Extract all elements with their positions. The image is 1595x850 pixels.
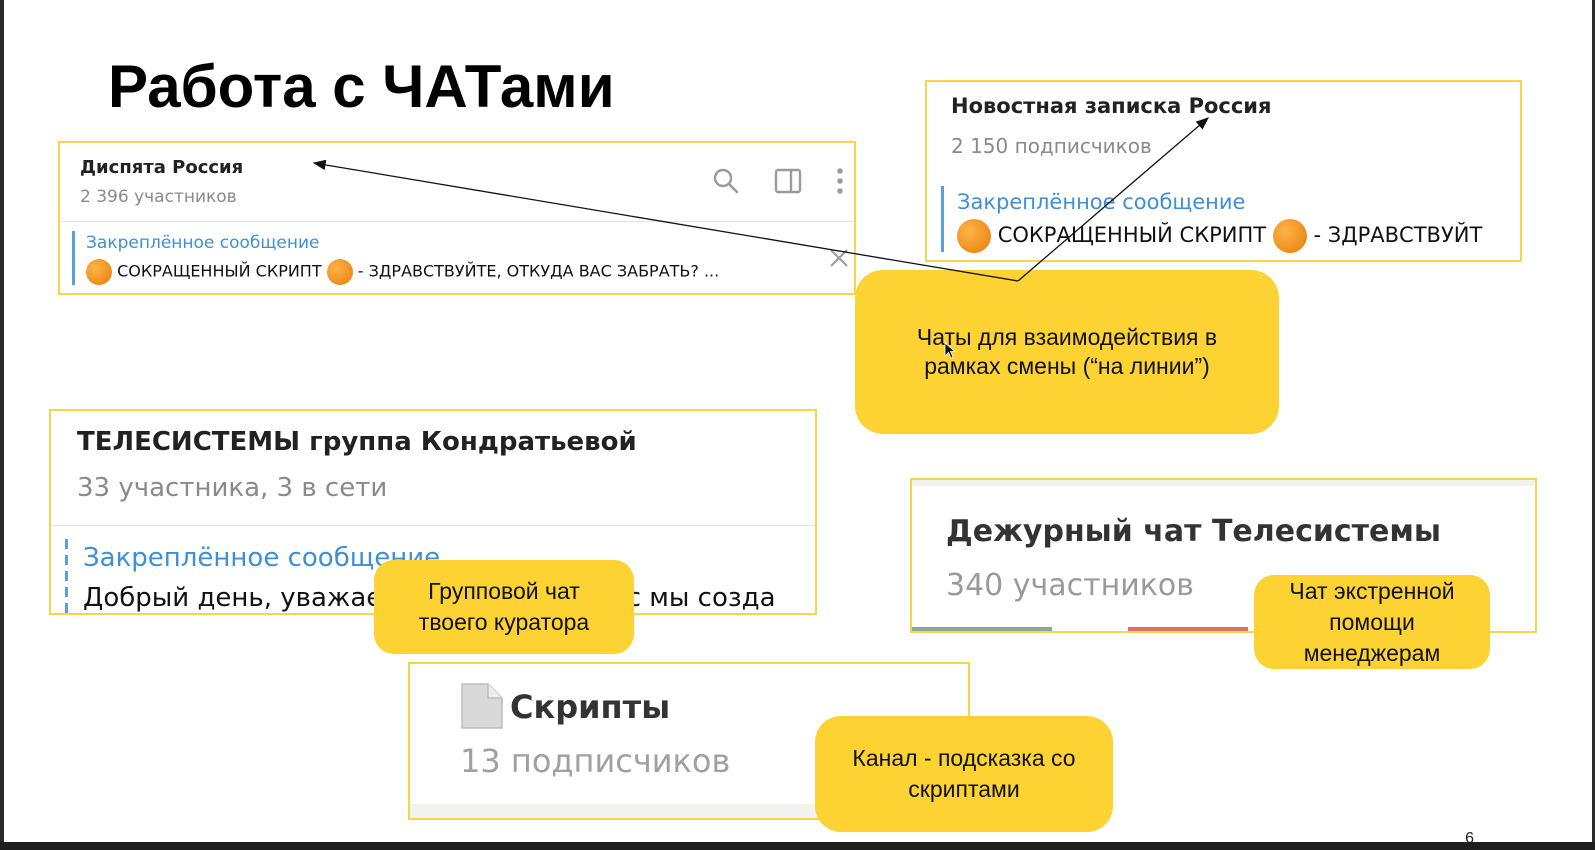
orange-circle-icon	[957, 219, 991, 253]
pinned-text-part: - ЗДРАВСТВУЙТ	[1313, 223, 1483, 247]
chat-subtitle: 33 участника, 3 в сети	[77, 473, 388, 503]
callout-curator-chat: Групповой чат твоего куратора	[374, 560, 634, 654]
chat-title: Дежурный чат Телесистемы	[946, 514, 1442, 549]
slide-title: Работа с ЧАТами	[108, 53, 615, 120]
pinned-message-label: Закреплённое сообщение	[957, 190, 1246, 214]
orange-circle-icon	[86, 259, 112, 285]
chat-subtitle: 2 150 подписчиков	[951, 134, 1152, 158]
callout-scripts-channel: Канал - подсказка со скриптами	[815, 716, 1113, 832]
pinned-text-part: СОКРАЩЕННЫЙ СКРИПТ	[117, 261, 322, 281]
pinned-accent-bar	[941, 186, 944, 252]
page-number: 6	[1465, 830, 1474, 842]
callout-line: Чаты для взаимодействия в	[916, 324, 1218, 350]
bottom-strip	[912, 627, 1052, 631]
chat-title: Новостная записка Россия	[951, 94, 1272, 118]
search-icon[interactable]	[712, 167, 740, 195]
orange-circle-icon	[326, 259, 353, 285]
callout-line: менеджерам	[1303, 639, 1441, 666]
callout-shift-chats: Чаты для взаимодействия в рамках смены (…	[855, 270, 1279, 434]
mouse-cursor-icon	[944, 342, 957, 359]
callout-line: рамках смены (“на линии”)	[924, 353, 1210, 379]
orange-circle-icon	[1272, 219, 1307, 253]
channel-title: Скрипты	[510, 688, 671, 726]
callout-line: скриптами	[908, 776, 1020, 802]
callout-line: твоего куратора	[418, 609, 590, 635]
bottom-bar	[0, 842, 1595, 850]
more-vertical-icon[interactable]	[834, 166, 846, 196]
callout-line: Чат экстренной	[1289, 577, 1455, 604]
callout-emergency-chat: Чат экстренной помощи менеджерам	[1254, 575, 1490, 669]
pinned-message-text: СОКРАЩЕННЫЙ СКРИПТ - ЗДРАВСТВУЙТ	[957, 219, 1482, 253]
pinned-text-part: - ЗДРАВСТВУЙТЕ, ОТКУДА ВАС ЗАБРАТЬ? ...	[357, 261, 720, 281]
callout-line: Канал - подсказка со	[852, 745, 1076, 771]
pinned-accent-bar	[72, 231, 75, 285]
chat-header-news[interactable]: Новостная записка Россия 2 150 подписчик…	[925, 80, 1522, 262]
header-divider	[60, 221, 854, 222]
channel-subtitle: 13 подписчиков	[460, 742, 731, 780]
chat-subtitle: 2 396 участников	[80, 187, 237, 207]
chat-header-dispatch[interactable]: Диспята Россия 2 396 участников Закреплё…	[58, 141, 856, 295]
chat-title: ТЕЛЕСИСТЕМЫ группа Кондратьевой	[77, 427, 637, 457]
close-icon[interactable]	[828, 247, 850, 269]
callout-line: помощи	[1329, 608, 1415, 635]
chat-subtitle: 340 участников	[946, 568, 1194, 603]
chat-title: Диспята Россия	[80, 157, 244, 178]
pinned-message-text: СОКРАЩЕННЫЙ СКРИПТ - ЗДРАВСТВУЙТЕ, ОТКУД…	[86, 259, 719, 285]
slide: Работа с ЧАТами Диспята Россия 2 396 уча…	[4, 0, 1592, 842]
callout-line: Групповой чат	[428, 578, 580, 604]
top-shadow	[912, 480, 1535, 486]
pinned-accent-bar	[65, 539, 68, 613]
bottom-strip	[1128, 627, 1248, 631]
header-divider	[51, 525, 815, 526]
document-icon	[461, 683, 503, 729]
pinned-message-label: Закреплённое сообщение	[86, 233, 320, 253]
sidebar-toggle-icon[interactable]	[774, 167, 802, 195]
pinned-text-part: СОКРАЩЕННЫЙ СКРИПТ	[997, 223, 1267, 247]
